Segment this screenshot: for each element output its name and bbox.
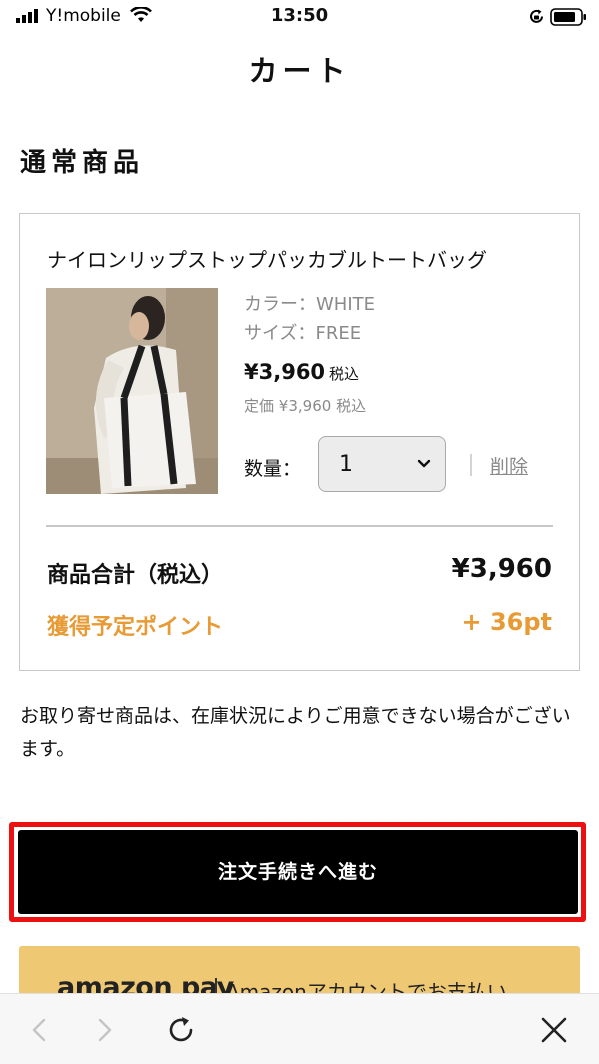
page-title: カート [248,54,351,88]
battery-icon [550,8,586,26]
quantity-value: 1 [339,452,353,477]
product-image[interactable] [46,288,218,494]
status-bar: Y!mobile 13:50 [0,0,599,34]
list-price-tax-note: 税込 [336,397,367,415]
color-label: カラー： [244,294,316,315]
price-tax-note: 税込 [329,365,360,383]
product-size: サイズ：FREE [244,319,361,345]
reload-icon[interactable] [163,1012,199,1048]
status-time: 13:50 [270,5,329,26]
cart-item-card: ナイロンリップストップパッカブルトートバッグ カラー：WHITE サイズ：FRE… [19,213,580,671]
rotation-lock-icon [530,9,543,23]
divider [46,525,553,527]
back-icon[interactable] [22,1012,58,1048]
product-name[interactable]: ナイロンリップストップパッカブルトートバッグ [47,244,487,273]
chevron-down-icon [417,459,431,468]
divider [470,454,472,476]
size-value: FREE [315,323,362,344]
price-value: ¥3,960 [244,360,326,384]
close-icon[interactable] [536,1012,572,1048]
points-label: 獲得予定ポイント [47,615,224,640]
list-price-value: ¥3,960 [278,397,332,415]
list-price-label: 定価 [244,397,275,415]
delete-link[interactable]: 削除 [490,452,528,479]
checkout-button[interactable]: 注文手続きへ進む [18,830,578,914]
section-heading: 通常商品 [20,148,145,178]
quantity-label: 数量： [244,458,302,480]
list-price: 定価 ¥3,960 税込 [244,395,366,416]
product-color: カラー：WHITE [244,290,375,316]
color-value: WHITE [316,294,376,315]
browser-toolbar [0,993,599,1064]
subtotal-value: ¥3,960 [451,554,552,584]
size-label: サイズ： [244,323,316,344]
forward-icon[interactable] [86,1012,122,1048]
points-value: + 36pt [461,608,552,636]
stock-notice: お取り寄せ商品は、在庫状況によりご用意できない場合がございます。 [20,705,571,760]
quantity-select[interactable]: 1 [318,436,446,492]
subtotal-label: 商品合計（税込） [47,563,224,588]
product-price: ¥3,960 税込 [244,360,359,384]
